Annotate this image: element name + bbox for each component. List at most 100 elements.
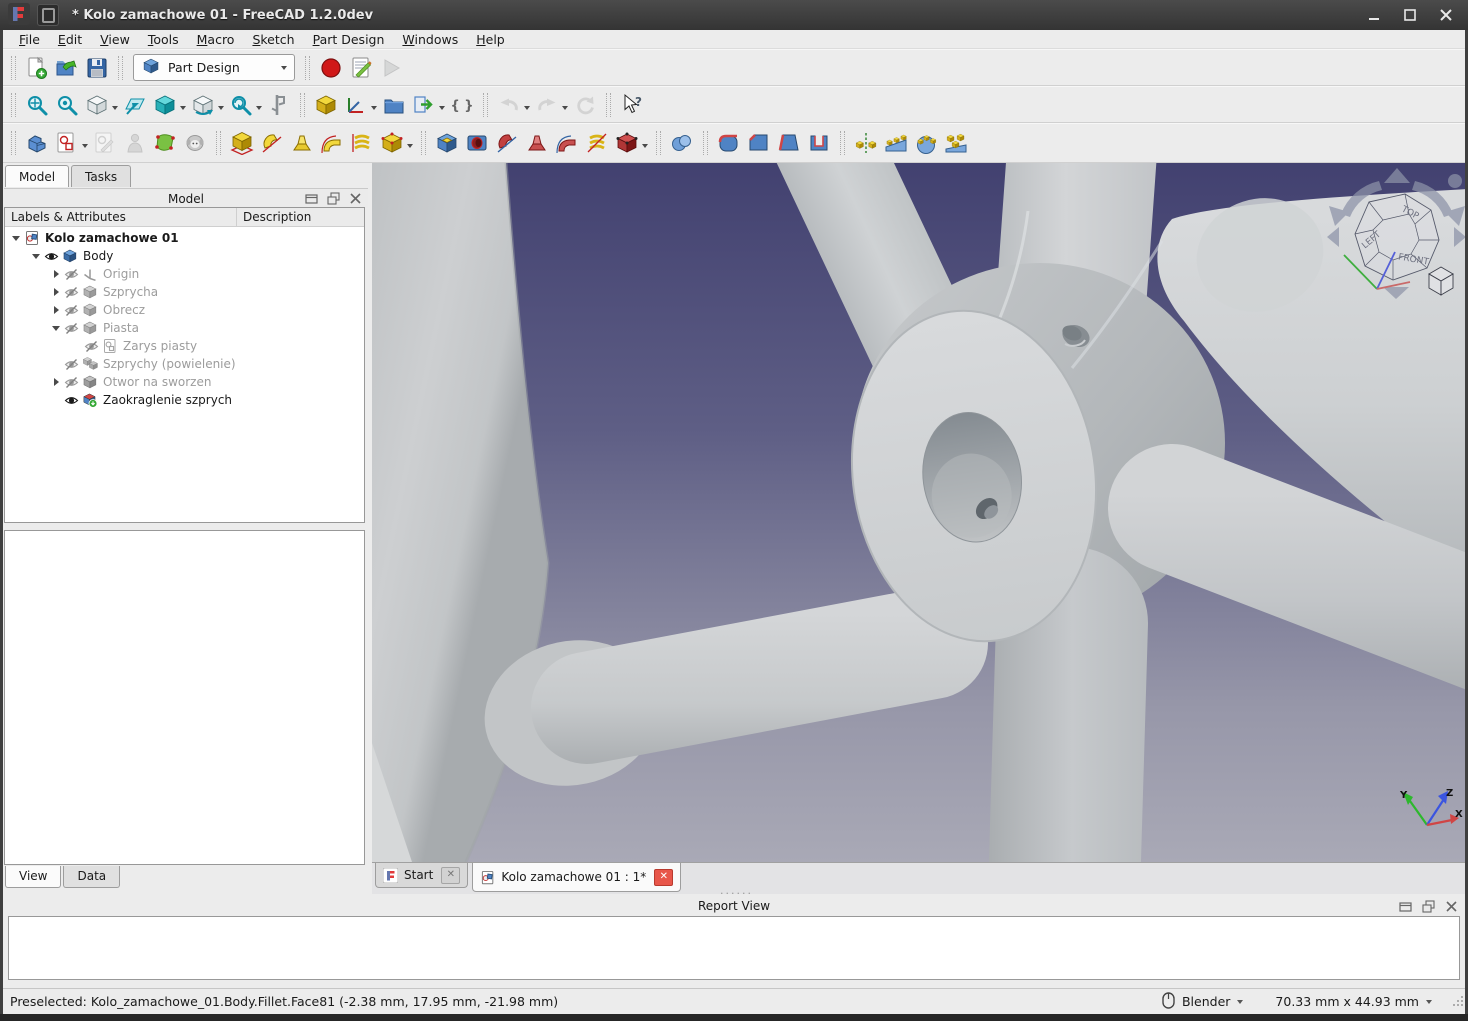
tree-column-labels[interactable]: Labels & Attributes xyxy=(5,208,237,226)
subtractive-pipe-button[interactable] xyxy=(552,128,582,158)
expressions-button[interactable]: { } xyxy=(447,90,477,120)
coordinate-system-dropdown-arrow[interactable] xyxy=(371,106,377,113)
toolbar-handle[interactable] xyxy=(703,131,708,155)
report-float-icon[interactable] xyxy=(1421,899,1436,914)
hole-button[interactable] xyxy=(462,128,492,158)
eye-hidden-icon[interactable] xyxy=(64,321,82,336)
draw-style-dropdown-arrow[interactable] xyxy=(112,106,118,113)
nav-cube[interactable]: TOP LEFT FRONT xyxy=(1355,194,1439,280)
expander-closed-icon[interactable] xyxy=(51,304,64,316)
macro-execute-button[interactable] xyxy=(376,53,406,83)
additive-helix-button[interactable] xyxy=(347,128,377,158)
create-sketch-dropdown-arrow[interactable] xyxy=(82,144,88,151)
eye-hidden-icon[interactable] xyxy=(64,285,82,300)
multitransform-button[interactable] xyxy=(941,128,971,158)
refresh-button[interactable] xyxy=(570,90,600,120)
menu-file[interactable]: File xyxy=(10,31,49,48)
fit-all-button[interactable] xyxy=(22,90,52,120)
menu-part-design[interactable]: Part Design xyxy=(304,31,394,48)
zoom-tools-button[interactable] xyxy=(226,90,256,120)
workbench-selector[interactable]: Part Design xyxy=(133,54,295,81)
edit-sketch-button[interactable] xyxy=(90,128,120,158)
zoom-tools-dropdown-arrow[interactable] xyxy=(256,106,262,113)
tree-item-origin[interactable]: Origin xyxy=(5,265,364,283)
fillet-button[interactable] xyxy=(714,128,744,158)
link-actions-dropdown-arrow[interactable] xyxy=(439,106,445,113)
menu-windows[interactable]: Windows xyxy=(393,31,467,48)
dock-tab-tasks[interactable]: Tasks xyxy=(71,165,131,187)
expander-open-icon[interactable] xyxy=(11,232,24,244)
expander-open-icon[interactable] xyxy=(31,250,44,262)
axonometric-view-button[interactable] xyxy=(150,90,180,120)
appearance-button[interactable] xyxy=(311,90,341,120)
menu-edit[interactable]: Edit xyxy=(49,31,91,48)
clipping-plane-button[interactable] xyxy=(188,90,218,120)
minimize-button[interactable] xyxy=(1364,5,1384,25)
expander-open-icon[interactable] xyxy=(51,322,64,334)
close-button[interactable] xyxy=(1436,5,1456,25)
whats-this-button[interactable]: ? xyxy=(617,90,647,120)
tree-item-piasta[interactable]: Piasta xyxy=(5,319,364,337)
tree-item-zaokraglenie-szprych[interactable]: Zaokraglenie szprych xyxy=(5,391,364,409)
additive-pipe-button[interactable] xyxy=(317,128,347,158)
mdi-tab-kolo-zamachowe-01-1[interactable]: Kolo zamachowe 01 : 1*✕ xyxy=(472,863,681,892)
set-view-button[interactable] xyxy=(120,90,150,120)
draft-button[interactable] xyxy=(774,128,804,158)
thickness-button[interactable] xyxy=(804,128,834,158)
tree-item-otwor-na-sworzen[interactable]: Otwor na sworzen xyxy=(5,373,364,391)
toolbar-handle[interactable] xyxy=(11,93,16,117)
eye-hidden-icon[interactable] xyxy=(84,339,102,354)
link-actions-button[interactable] xyxy=(409,90,439,120)
panel-float-icon[interactable] xyxy=(326,191,341,206)
property-tab-data[interactable]: Data xyxy=(63,866,120,888)
child-window-icon[interactable] xyxy=(37,4,59,26)
toolbar-handle[interactable] xyxy=(216,131,221,155)
undo-dropdown-arrow[interactable] xyxy=(524,106,530,113)
toolbar-handle[interactable] xyxy=(300,93,305,117)
nav-style-dropdown-arrow[interactable] xyxy=(1237,1000,1243,1007)
tree-item-kolo-zamachowe-01[interactable]: Kolo zamachowe 01 xyxy=(5,229,364,247)
coordinate-system-button[interactable] xyxy=(341,90,371,120)
boolean-operation-button[interactable] xyxy=(667,128,697,158)
dock-tab-model[interactable]: Model xyxy=(5,165,69,187)
toolbar-handle[interactable] xyxy=(305,56,310,80)
create-sketch-button[interactable] xyxy=(52,128,82,158)
linear-pattern-button[interactable] xyxy=(881,128,911,158)
additive-primitive-button[interactable] xyxy=(377,128,407,158)
nav-style-selector[interactable]: Blender xyxy=(1182,994,1230,1009)
menu-help[interactable]: Help xyxy=(467,31,514,48)
pad-button[interactable] xyxy=(227,128,257,158)
eye-hidden-icon[interactable] xyxy=(64,267,82,282)
toolbar-handle[interactable] xyxy=(11,56,16,80)
toolbar-handle[interactable] xyxy=(118,56,123,80)
macro-record-button[interactable] xyxy=(316,53,346,83)
map-sketch-to-face-button[interactable] xyxy=(120,128,150,158)
create-body-button[interactable] xyxy=(22,128,52,158)
toolbar-handle[interactable] xyxy=(421,131,426,155)
additive-loft-button[interactable] xyxy=(287,128,317,158)
additive-primitive-dropdown-arrow[interactable] xyxy=(407,144,413,151)
subtractive-primitive-button[interactable] xyxy=(612,128,642,158)
fit-selection-button[interactable] xyxy=(52,90,82,120)
shape-binder-button[interactable] xyxy=(180,128,210,158)
tree-column-description[interactable]: Description xyxy=(237,208,364,226)
eye-visible-icon[interactable] xyxy=(44,249,62,264)
dimensions-dropdown-arrow[interactable] xyxy=(1426,1000,1432,1007)
new-group-button[interactable] xyxy=(379,90,409,120)
3d-viewport[interactable]: TOP LEFT FRONT xyxy=(372,163,1468,862)
axonometric-view-dropdown-arrow[interactable] xyxy=(180,106,186,113)
pocket-button[interactable] xyxy=(432,128,462,158)
toolbar-handle[interactable] xyxy=(840,131,845,155)
mdi-tab-start[interactable]: Start✕ xyxy=(375,863,468,888)
tree-item-szprychy-powielenie[interactable]: Szprychy (powielenie) xyxy=(5,355,364,373)
subtractive-loft-button[interactable] xyxy=(522,128,552,158)
clipping-plane-dropdown-arrow[interactable] xyxy=(218,106,224,113)
macro-dialog-button[interactable] xyxy=(346,53,376,83)
chamfer-button[interactable] xyxy=(744,128,774,158)
report-close-icon[interactable] xyxy=(1444,899,1459,914)
toolbar-handle[interactable] xyxy=(606,93,611,117)
title-bar[interactable]: * Kolo zamachowe 01 - FreeCAD 1.2.0dev xyxy=(0,0,1468,30)
redo-button[interactable] xyxy=(532,90,562,120)
eye-hidden-icon[interactable] xyxy=(64,357,82,372)
redo-dropdown-arrow[interactable] xyxy=(562,106,568,113)
